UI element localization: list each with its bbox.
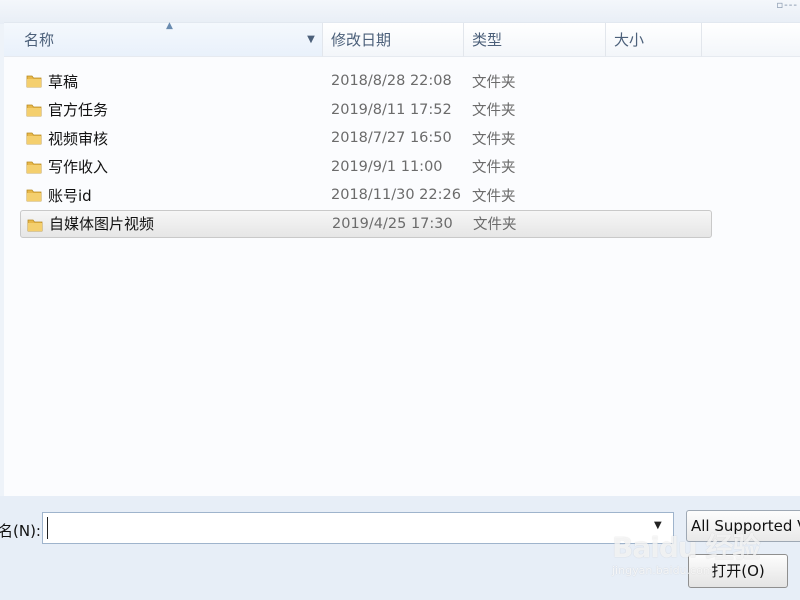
open-file-dialog: ▫--- ▲ 名称 ▼ 修改日期 类型 大小 草稿 2018/8/28 22:0… bbox=[0, 0, 800, 600]
filename-label: 名(N): bbox=[0, 522, 41, 540]
file-type: 文件夹 bbox=[472, 74, 516, 91]
file-name: 官方任务 bbox=[48, 101, 109, 120]
file-type: 文件夹 bbox=[473, 217, 517, 234]
list-item-selected[interactable]: 自媒体图片视频 2019/4/25 17:30 文件夹 bbox=[20, 209, 712, 238]
file-name: 账号id bbox=[48, 186, 92, 205]
column-header-type[interactable]: 类型 bbox=[464, 23, 606, 57]
file-rows: 草稿 2018/8/28 22:08 文件夹 官方任务 2019/8/11 17… bbox=[4, 67, 800, 238]
text-caret bbox=[47, 517, 48, 539]
column-header-name[interactable]: ▲ 名称 ▼ bbox=[4, 21, 323, 57]
file-type: 文件夹 bbox=[472, 188, 516, 205]
column-filter-dropdown-icon[interactable]: ▼ bbox=[304, 31, 318, 49]
file-date: 2018/7/27 16:50 bbox=[331, 130, 452, 147]
folder-icon bbox=[26, 132, 42, 145]
column-header-size-label: 大小 bbox=[614, 31, 645, 49]
file-date: 2018/11/30 22:26 bbox=[331, 187, 461, 204]
file-type: 文件夹 bbox=[472, 131, 516, 148]
open-button[interactable]: 打开(O) bbox=[688, 554, 788, 588]
list-item[interactable]: 视频审核 2018/7/27 16:50 文件夹 bbox=[20, 124, 712, 153]
list-item[interactable]: 官方任务 2019/8/11 17:52 文件夹 bbox=[20, 96, 712, 125]
folder-icon bbox=[26, 161, 42, 173]
sort-ascending-icon: ▲ bbox=[166, 21, 173, 31]
column-header-date-label: 修改日期 bbox=[331, 31, 392, 49]
filename-input[interactable] bbox=[42, 512, 674, 544]
file-name: 视频审核 bbox=[48, 129, 109, 148]
file-list: ▲ 名称 ▼ 修改日期 类型 大小 草稿 2018/8/28 22:08 文件夹… bbox=[4, 21, 800, 496]
column-header-size[interactable]: 大小 bbox=[606, 23, 702, 57]
column-header-type-label: 类型 bbox=[472, 31, 503, 49]
folder-icon bbox=[27, 219, 43, 231]
column-header-filler bbox=[702, 23, 800, 57]
list-item[interactable]: 写作收入 2019/9/1 11:00 文件夹 bbox=[20, 153, 712, 182]
file-date: 2019/8/11 17:52 bbox=[331, 101, 452, 118]
folder-icon bbox=[26, 75, 42, 88]
bottom-panel: 名(N): ▼ All Supported V 打开(O) bbox=[0, 496, 800, 600]
filename-history-dropdown-icon[interactable]: ▼ bbox=[654, 520, 662, 531]
file-name: 草稿 bbox=[48, 72, 79, 91]
column-header-name-label: 名称 bbox=[24, 31, 55, 49]
file-type-select[interactable]: All Supported V bbox=[686, 510, 800, 542]
file-type: 文件夹 bbox=[472, 103, 516, 120]
list-item[interactable]: 账号id 2018/11/30 22:26 文件夹 bbox=[20, 181, 712, 210]
file-date: 2019/9/1 11:00 bbox=[331, 158, 443, 175]
column-header-date-modified[interactable]: 修改日期 bbox=[323, 23, 464, 57]
file-date: 2018/8/28 22:08 bbox=[331, 73, 452, 90]
folder-icon bbox=[26, 104, 42, 116]
folder-icon bbox=[26, 189, 42, 202]
file-date: 2019/4/25 17:30 bbox=[332, 215, 453, 232]
file-type: 文件夹 bbox=[472, 160, 516, 177]
list-item[interactable]: 草稿 2018/8/28 22:08 文件夹 bbox=[20, 67, 712, 96]
top-strip: ▫--- bbox=[0, 0, 800, 24]
file-name: 写作收入 bbox=[48, 158, 109, 177]
corner-glyph: ▫--- bbox=[776, 0, 798, 11]
file-name: 自媒体图片视频 bbox=[49, 215, 155, 234]
